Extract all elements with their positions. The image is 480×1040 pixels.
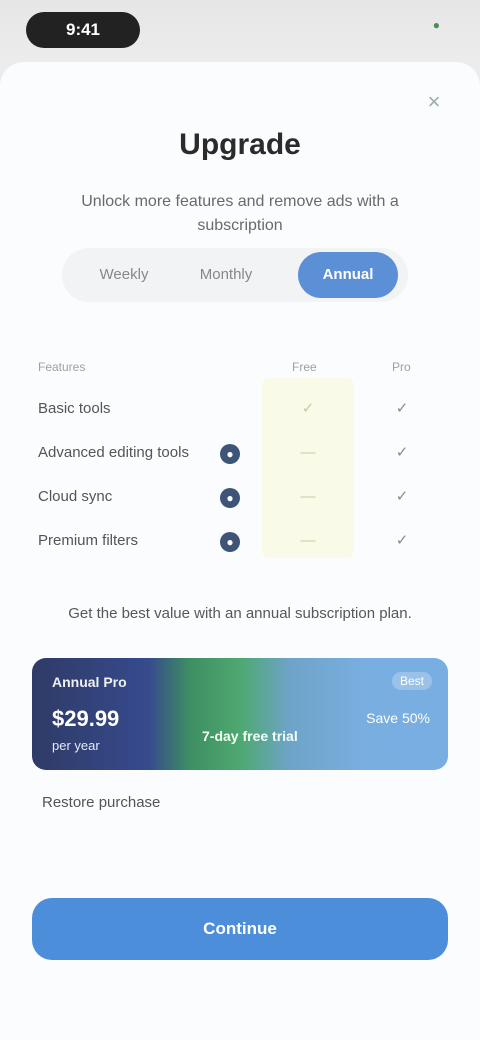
feature-label: Cloud sync [38, 488, 113, 505]
plan-price: $29.99 [52, 706, 120, 731]
status-time: 9:41 [26, 12, 140, 48]
billing-option-monthly[interactable]: Monthly [178, 248, 274, 302]
free-dash-icon: — [300, 488, 316, 505]
feature-dot-icon: ● [220, 444, 240, 464]
free-dash-icon: — [300, 444, 316, 461]
billing-option-weekly[interactable]: Weekly [76, 248, 172, 302]
page-title: Upgrade [179, 128, 301, 161]
plan-trial: 7-day free trial [202, 728, 298, 744]
feature-dot-icon: ● [220, 488, 240, 508]
header-pro: Pro [392, 360, 411, 374]
plan-savings: Save 50% [366, 710, 430, 726]
restore-purchase-link[interactable]: Restore purchase [42, 794, 160, 811]
pro-check-icon: ✓ [395, 532, 409, 549]
pro-check-icon: ✓ [395, 444, 409, 461]
feature-label: Basic tools [38, 400, 111, 417]
free-dash-icon: — [300, 532, 316, 549]
page-subtitle: Unlock more features and remove ads with… [81, 193, 399, 234]
upgrade-sheet: × Upgrade Unlock more features and remov… [0, 62, 480, 1040]
table-row: Cloud sync ● — ✓ [0, 482, 480, 512]
continue-button[interactable]: Continue [32, 898, 448, 960]
table-row: Premium filters ● — ✓ [0, 526, 480, 556]
feature-label: Advanced editing tools [38, 444, 189, 461]
close-icon[interactable]: × [422, 90, 446, 114]
table-row: Advanced editing tools ● — ✓ [0, 438, 480, 468]
plan-badge: Best [391, 672, 432, 690]
plan-card-annual[interactable]: Annual Pro Best $29.99 per year 7-day fr… [32, 658, 448, 770]
status-indicator-icon: ● [432, 18, 440, 32]
billing-option-annual[interactable]: Annual [298, 252, 398, 298]
feature-dot-icon: ● [220, 532, 240, 552]
billing-segmented-control: Weekly Monthly Annual [62, 248, 408, 302]
pro-check-icon: ✓ [395, 400, 409, 417]
status-bar: 9:41 ● [0, 0, 480, 56]
header-free: Free [292, 360, 317, 374]
header-features: Features [38, 360, 86, 374]
plan-name: Annual Pro [52, 674, 127, 690]
value-note: Get the best value with an annual subscr… [68, 605, 412, 622]
feature-label: Premium filters [38, 532, 139, 549]
plan-period: per year [52, 738, 100, 753]
table-row: Basic tools ✓ ✓ [0, 394, 480, 424]
pro-check-icon: ✓ [395, 488, 409, 505]
feature-comparison-table: Features Free Pro Basic tools ✓ ✓ Advanc… [0, 342, 480, 572]
free-check-icon: ✓ [301, 400, 315, 417]
